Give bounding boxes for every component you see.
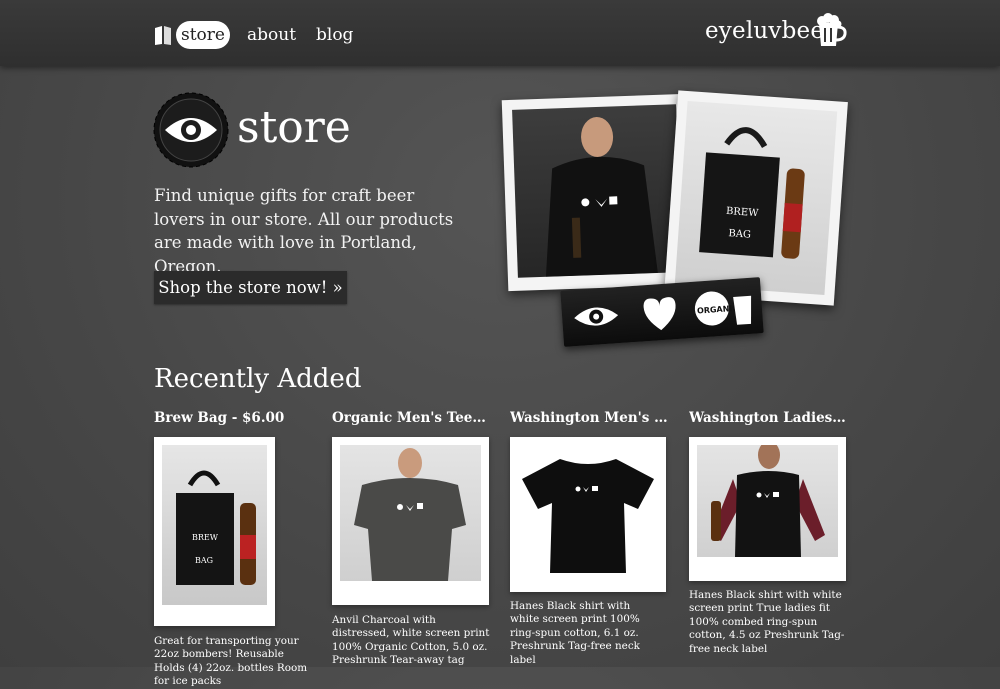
svg-text:BAG: BAG xyxy=(195,556,213,565)
tshirt-model-photo xyxy=(512,104,682,278)
charcoal-tee-photo xyxy=(340,445,481,581)
svg-text:BAG: BAG xyxy=(728,228,751,241)
product-title-washington-mens-tee[interactable]: Washington Men's Te... xyxy=(510,410,668,426)
product-description: Anvil Charcoal with distressed, white sc… xyxy=(332,614,490,667)
top-navigation-bar: store about blog eyeluvbeer xyxy=(0,0,1000,66)
shop-the-store-button[interactable]: Shop the store now! » xyxy=(154,271,347,304)
page-title: store xyxy=(237,102,351,153)
svg-text:BREW: BREW xyxy=(726,206,760,219)
recently-added-heading: Recently Added xyxy=(154,364,362,394)
brew-bag-photo: BREW BAG xyxy=(162,445,267,605)
product-title-brew-bag[interactable]: Brew Bag - $6.00 xyxy=(154,410,314,426)
ladies-tee-photo xyxy=(697,445,838,557)
svg-text:BREW: BREW xyxy=(192,533,219,542)
product-image-frame[interactable] xyxy=(689,437,846,581)
store-intro-text: Find unique gifts for craft beer lovers … xyxy=(154,186,454,276)
product-description: Hanes Black shirt with white screen prin… xyxy=(510,600,640,666)
tshirt-model-polaroid xyxy=(501,93,693,292)
product-image-frame[interactable]: BREW BAG xyxy=(154,437,275,626)
bottle-cap-eye-icon xyxy=(153,92,229,168)
product-image-frame[interactable] xyxy=(332,437,489,605)
product-image-frame[interactable] xyxy=(510,437,666,592)
product-title-organic-mens-tee[interactable]: Organic Men's Tee - $... xyxy=(332,410,490,426)
product-description: Great for transporting your 22oz bombers… xyxy=(154,635,308,688)
product-description: Hanes Black shirt with white screen prin… xyxy=(689,589,845,655)
nav-blog-link[interactable]: blog xyxy=(316,21,353,49)
beer-mug-icon[interactable] xyxy=(813,12,849,48)
nav-about-link[interactable]: about xyxy=(247,21,296,49)
black-tee-photo xyxy=(518,445,658,584)
brew-bag-polaroid: BREW BAG xyxy=(664,90,848,306)
nav-store-link[interactable]: store xyxy=(176,21,230,49)
product-title-washington-ladies-tee[interactable]: Washington Ladies Te... xyxy=(689,410,849,426)
brew-bag-collage-photo: BREW BAG xyxy=(674,100,838,296)
book-icon[interactable] xyxy=(153,24,173,46)
sticker-organic-label: ORGANIC xyxy=(697,304,739,316)
